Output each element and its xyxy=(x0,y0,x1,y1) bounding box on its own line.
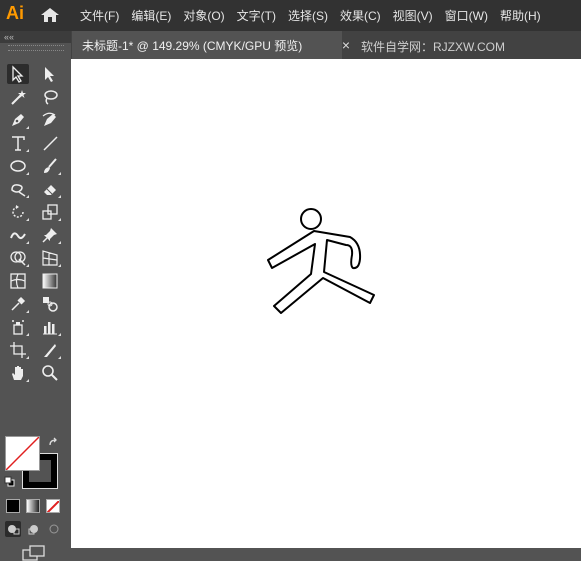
paintbrush-tool[interactable] xyxy=(39,156,61,176)
menu-edit[interactable]: 编辑(E) xyxy=(131,7,171,24)
screen-mode-icon[interactable] xyxy=(22,545,46,561)
gradient-icon xyxy=(42,273,58,289)
shape-builder-icon xyxy=(10,251,26,266)
menu-object[interactable]: 对象(O) xyxy=(183,7,224,24)
column-graph-icon xyxy=(43,322,57,335)
hand-tool[interactable] xyxy=(7,363,29,383)
menu-bar: Ai 文件(F) 编辑(E) 对象(O) 文字(T) 选择(S) 效果(C) 视… xyxy=(0,0,581,31)
lasso-tool[interactable] xyxy=(39,87,61,107)
none-mode-button[interactable] xyxy=(46,499,60,513)
slice-knife-icon xyxy=(44,344,56,357)
pushpin-icon xyxy=(42,228,57,243)
shape-builder-tool[interactable] xyxy=(7,248,29,268)
curvature-tool[interactable] xyxy=(39,110,61,130)
shaper-tool[interactable] xyxy=(7,179,29,199)
menu-effect[interactable]: 效果(C) xyxy=(340,7,381,24)
blend-tool[interactable] xyxy=(39,294,61,314)
document-tab-title: 未标题-1* @ 149.29% (CMYK/GPU 预览) xyxy=(82,38,303,53)
tools-panel: «« xyxy=(0,31,71,561)
ellipse-tool[interactable] xyxy=(7,156,29,176)
magic-wand-icon xyxy=(11,90,26,105)
pen-tool[interactable] xyxy=(7,110,29,130)
blend-icon xyxy=(43,297,58,312)
artboard-canvas[interactable] xyxy=(71,59,581,548)
line-segment-tool[interactable] xyxy=(39,133,61,153)
draw-inside-button[interactable] xyxy=(46,521,62,537)
document-tab-strip: 未标题-1* @ 149.29% (CMYK/GPU 预览) × 软件自学网：R… xyxy=(71,31,581,59)
symbol-sprayer-icon xyxy=(12,320,24,335)
direct-selection-arrow-icon xyxy=(45,67,54,82)
perspective-grid-icon xyxy=(42,250,58,266)
draw-behind-button[interactable] xyxy=(26,521,42,537)
draw-normal-icon xyxy=(8,525,20,535)
mesh-icon xyxy=(10,273,26,289)
menu-help[interactable]: 帮助(H) xyxy=(500,7,541,24)
direct-selection-tool[interactable] xyxy=(39,64,61,84)
warp-icon xyxy=(10,232,26,240)
lasso-icon xyxy=(44,90,58,105)
column-graph-tool[interactable] xyxy=(39,317,61,337)
draw-behind-icon xyxy=(28,525,38,535)
menu-view[interactable]: 视图(V) xyxy=(393,7,433,24)
selection-arrow-icon xyxy=(12,65,24,83)
paintbrush-icon xyxy=(44,158,57,173)
panel-header: «« xyxy=(0,31,71,43)
draw-normal-button[interactable] xyxy=(5,521,21,537)
panel-grip[interactable] xyxy=(8,45,64,51)
eraser-icon xyxy=(44,185,56,195)
none-slash-icon xyxy=(6,437,39,470)
figure-head xyxy=(300,208,322,230)
default-colors-icon[interactable] xyxy=(4,476,15,487)
type-tool[interactable] xyxy=(7,133,29,153)
tab-close-icon[interactable]: × xyxy=(342,37,350,53)
hand-icon xyxy=(12,366,23,380)
home-icon[interactable] xyxy=(41,8,59,22)
none-slash-small-icon xyxy=(47,500,59,512)
figure-body xyxy=(267,230,375,314)
scale-tool[interactable] xyxy=(39,202,61,222)
magic-wand-tool[interactable] xyxy=(7,87,29,107)
artboard-icon xyxy=(10,342,26,358)
fill-color-swatch[interactable] xyxy=(5,436,40,471)
watermark-text: 软件自学网：RJZXW.COM xyxy=(361,40,505,54)
mesh-tool[interactable] xyxy=(7,271,29,291)
zoom-tool[interactable] xyxy=(39,363,61,383)
artboard-tool[interactable] xyxy=(7,340,29,360)
draw-inside-icon xyxy=(49,524,59,534)
menu-file[interactable]: 文件(F) xyxy=(80,7,119,24)
scale-icon xyxy=(42,204,58,220)
curvature-pen-icon xyxy=(42,112,56,126)
type-t-icon xyxy=(12,136,25,151)
symbol-sprayer-tool[interactable] xyxy=(7,317,29,337)
eyedropper-tool[interactable] xyxy=(7,294,29,314)
app-logo: Ai xyxy=(6,3,24,23)
puppet-warp-tool[interactable] xyxy=(39,225,61,245)
collapse-panel-icon[interactable]: «« xyxy=(4,32,14,42)
ellipse-icon xyxy=(10,160,26,172)
selection-tool[interactable] xyxy=(7,64,29,84)
swap-fill-stroke-icon[interactable] xyxy=(48,437,60,449)
line-segment-icon xyxy=(43,136,58,151)
rotate-icon xyxy=(12,205,24,218)
stick-figure-artwork[interactable] xyxy=(71,59,581,548)
warp-tool[interactable] xyxy=(7,225,29,245)
menu-select[interactable]: 选择(S) xyxy=(288,7,328,24)
eyedropper-icon xyxy=(11,296,26,311)
menu-window[interactable]: 窗口(W) xyxy=(445,7,488,24)
pen-icon xyxy=(12,114,24,126)
shaper-icon xyxy=(11,184,26,197)
document-tab[interactable]: 未标题-1* @ 149.29% (CMYK/GPU 预览) × xyxy=(72,31,350,59)
gradient-mode-button[interactable] xyxy=(26,499,40,513)
perspective-grid-tool[interactable] xyxy=(39,248,61,268)
rotate-tool[interactable] xyxy=(7,202,29,222)
slice-tool[interactable] xyxy=(39,340,61,360)
menu-type[interactable]: 文字(T) xyxy=(237,7,276,24)
zoom-magnifier-icon xyxy=(42,365,58,381)
gradient-tool[interactable] xyxy=(39,271,61,291)
menu-items: 文件(F) 编辑(E) 对象(O) 文字(T) 选择(S) 效果(C) 视图(V… xyxy=(80,0,553,31)
eraser-tool[interactable] xyxy=(39,179,61,199)
color-mode-button[interactable] xyxy=(6,499,20,513)
